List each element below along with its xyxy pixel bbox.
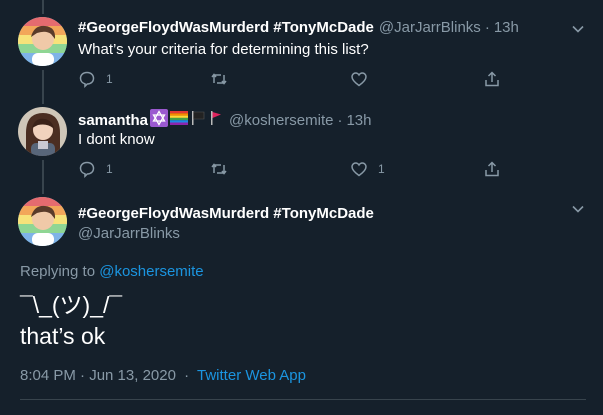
reply-icon — [79, 71, 95, 88]
replying-to-mention[interactable]: @koshersemite — [99, 263, 203, 280]
reply-button[interactable]: 1 — [78, 160, 113, 178]
thread-line-1 — [42, 70, 44, 104]
tweet-text: I dont know — [78, 131, 155, 148]
thread-line-top — [42, 0, 44, 14]
tweet-header: #GeorgeFloydWasMurderd #TonyMcDade @JarJ… — [78, 19, 519, 36]
separator-dot: · — [184, 367, 190, 384]
tweet-actions: 1 — [78, 70, 518, 90]
tweet-text: What’s your criteria for determining thi… — [78, 41, 369, 58]
avatar-image — [18, 17, 67, 66]
reply-count: 1 — [106, 72, 113, 86]
retweet-button[interactable] — [210, 70, 238, 88]
separator-dot: · — [337, 111, 343, 129]
reply-icon — [79, 161, 95, 178]
black-flag-emoji — [190, 110, 206, 130]
tweet-text-line-1: ¯\_(ツ)_/¯ — [20, 292, 123, 318]
reply-button[interactable]: 1 — [78, 70, 113, 88]
source-app-link[interactable]: Twitter Web App — [197, 367, 306, 384]
share-button[interactable] — [483, 70, 501, 88]
user-handle[interactable]: @koshersemite — [229, 112, 333, 129]
display-name[interactable]: #GeorgeFloydWasMurderd #TonyMcDade — [78, 205, 374, 222]
tweet-time[interactable]: 13h — [494, 19, 519, 36]
share-icon — [485, 71, 499, 87]
display-name[interactable]: #GeorgeFloydWasMurderd #TonyMcDade — [78, 19, 374, 36]
chevron-down-icon[interactable] — [571, 22, 585, 36]
retweet-icon — [211, 163, 227, 175]
avatar-image — [18, 107, 67, 156]
red-flag-emoji — [208, 110, 224, 130]
avatar[interactable] — [18, 17, 67, 66]
replying-to-label: Replying to — [20, 263, 96, 280]
tweet-actions: 1 1 — [78, 160, 518, 180]
chevron-down-icon[interactable] — [571, 202, 585, 216]
like-button[interactable] — [350, 70, 378, 88]
user-handle[interactable]: @JarJarrBlinks — [78, 225, 374, 242]
rainbow-flag-emoji — [170, 111, 189, 129]
tweet-time[interactable]: 13h — [346, 112, 371, 129]
user-handle[interactable]: @JarJarrBlinks — [379, 19, 481, 36]
avatar[interactable] — [18, 197, 67, 246]
reply-count: 1 — [106, 162, 113, 176]
like-button[interactable]: 1 — [350, 160, 385, 178]
star-of-david-emoji — [150, 109, 169, 131]
main-tweet-author[interactable]: #GeorgeFloydWasMurderd #TonyMcDade @JarJ… — [78, 205, 374, 242]
divider — [20, 399, 586, 400]
thread-line-2 — [42, 160, 44, 194]
tweet-text-line-2: that’s ok — [20, 323, 106, 349]
replying-to: Replying to @koshersemite — [20, 263, 204, 280]
avatar[interactable] — [18, 107, 67, 156]
retweet-button[interactable] — [210, 160, 238, 178]
like-icon — [351, 72, 367, 87]
timestamp[interactable]: 8:04 PM · Jun 13, 2020 — [20, 367, 176, 384]
retweet-icon — [211, 73, 227, 85]
share-icon — [485, 161, 499, 177]
tweet-header: samantha @koshersemite · 13h — [78, 109, 372, 131]
share-button[interactable] — [483, 160, 501, 178]
display-name[interactable]: samantha — [78, 112, 148, 129]
like-count: 1 — [378, 162, 385, 176]
separator-dot: · — [484, 19, 490, 36]
avatar-image — [18, 197, 67, 246]
tweet-meta: 8:04 PM · Jun 13, 2020 · Twitter Web App — [20, 367, 306, 384]
like-icon — [351, 162, 367, 177]
